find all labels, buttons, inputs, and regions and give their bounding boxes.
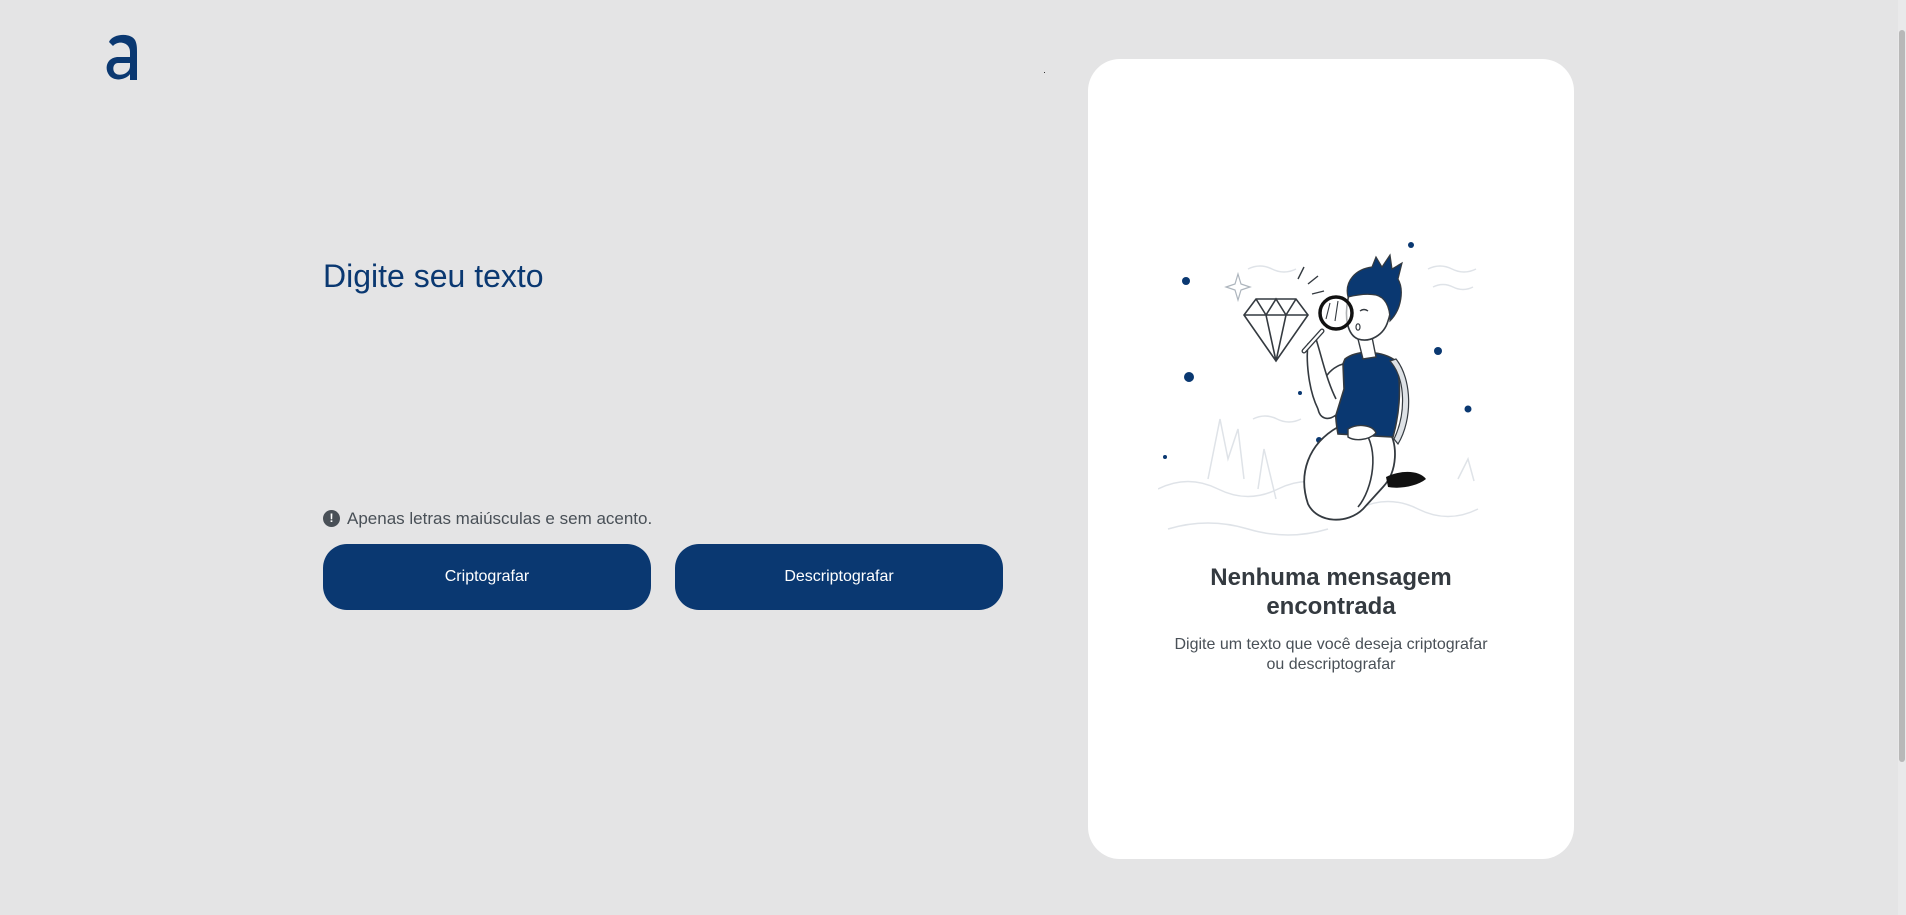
empty-state-desc-line1: Digite um texto que você deseja criptogr…: [1174, 636, 1488, 653]
scrollbar-thumb[interactable]: [1899, 30, 1905, 762]
hint-text: Apenas letras maiúsculas e sem acento.: [347, 509, 653, 528]
text-input[interactable]: [323, 258, 1003, 488]
person-magnifying-glass-illustration: [1158, 242, 1479, 536]
encrypt-button[interactable]: Criptografar: [323, 544, 651, 610]
encrypt-button-label: Criptografar: [444, 568, 530, 585]
decrypt-button-label: Descriptografar: [784, 568, 894, 585]
alura-logo-icon: [106, 34, 137, 80]
empty-state-desc-line2: ou descriptografar: [1266, 656, 1396, 673]
empty-state-title-line2: encontrada: [1266, 593, 1396, 620]
empty-state-title: Nenhuma mensagem encontrada: [1088, 563, 1574, 621]
exclamation-circle-icon: !: [323, 509, 340, 527]
page-scrollbar[interactable]: [1898, 0, 1906, 915]
input-hint: ! Apenas letras maiúsculas e sem acento.: [323, 506, 652, 532]
stray-pixel: [1044, 72, 1045, 73]
output-panel: Nenhuma mensagem encontrada Digite um te…: [1088, 59, 1574, 859]
empty-state-description: Digite um texto que você deseja criptogr…: [1088, 635, 1574, 675]
empty-state-title-line1: Nenhuma mensagem: [1210, 564, 1452, 591]
decrypt-button[interactable]: Descriptografar: [675, 544, 1003, 610]
